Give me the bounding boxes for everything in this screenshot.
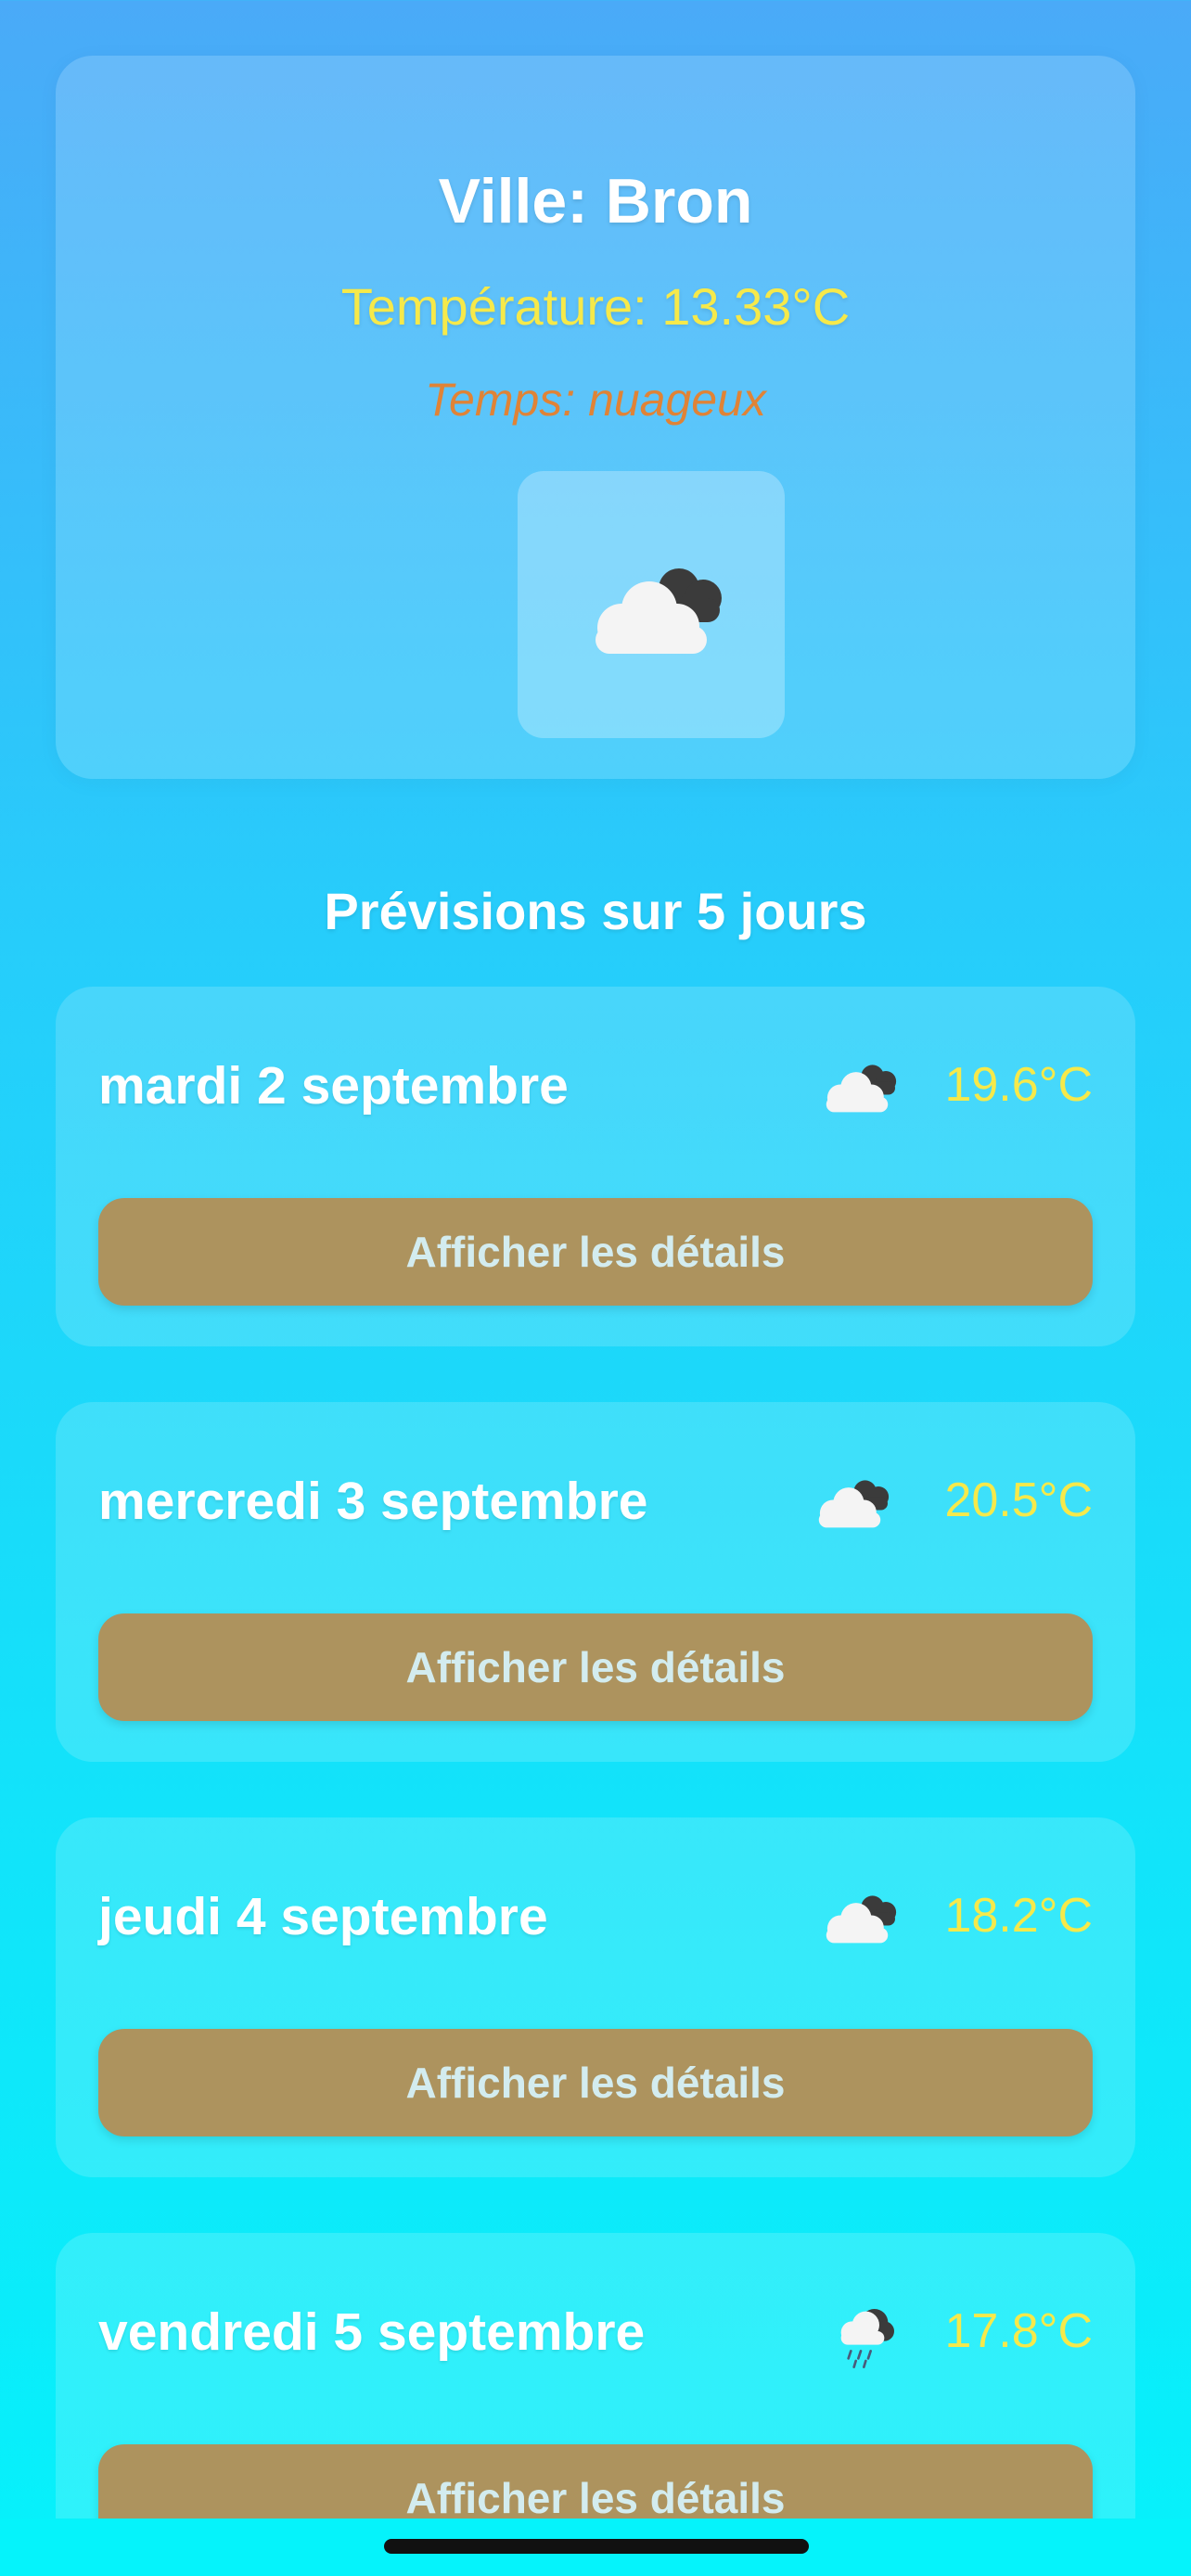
forecast-day-name: vendredi 5 septembre bbox=[98, 2302, 646, 2362]
cloudy-icon bbox=[826, 1065, 897, 1113]
home-indicator[interactable] bbox=[384, 2539, 809, 2554]
cloudy-icon bbox=[826, 1895, 897, 1944]
forecast-temperature: 20.5°C bbox=[944, 1473, 1093, 1527]
cloudy-icon bbox=[596, 568, 722, 654]
show-details-button[interactable]: Afficher les détails bbox=[98, 2029, 1093, 2136]
city-name: Ville: Bron bbox=[438, 166, 753, 236]
forecast-temperature: 19.6°C bbox=[944, 1058, 1093, 1112]
forecast-day-name: mardi 2 septembre bbox=[98, 1056, 569, 1116]
rain-cloud-icon bbox=[840, 2309, 894, 2368]
cloudy-icon bbox=[818, 1480, 890, 1528]
forecast-day-name: jeudi 4 septembre bbox=[98, 1887, 548, 1946]
current-temperature: Température: 13.33°C bbox=[340, 277, 851, 336]
weather-screen: Ville: Bron Température: 13.33°C Temps: … bbox=[0, 0, 1191, 2576]
forecast-temperature: 18.2°C bbox=[944, 1889, 1093, 1943]
show-details-button[interactable]: Afficher les détails bbox=[98, 1198, 1093, 1306]
forecast-card: jeudi 4 septembre 18.2°C Afficher les dé… bbox=[56, 1817, 1135, 2177]
forecast-temperature: 17.8°C bbox=[944, 2304, 1093, 2358]
weather-icon-box bbox=[518, 471, 785, 738]
current-condition: Temps: nuageux bbox=[425, 374, 766, 426]
show-details-button[interactable]: Afficher les détails bbox=[98, 1613, 1093, 1721]
forecast-card: mardi 2 septembre 19.6°C Afficher les dé… bbox=[56, 987, 1135, 1346]
forecast-card: mercredi 3 septembre 20.5°C Afficher les… bbox=[56, 1402, 1135, 1762]
forecast-title: Prévisions sur 5 jours bbox=[324, 882, 867, 940]
forecast-day-name: mercredi 3 septembre bbox=[98, 1472, 648, 1531]
current-weather-card: Ville: Bron Température: 13.33°C Temps: … bbox=[56, 56, 1135, 779]
